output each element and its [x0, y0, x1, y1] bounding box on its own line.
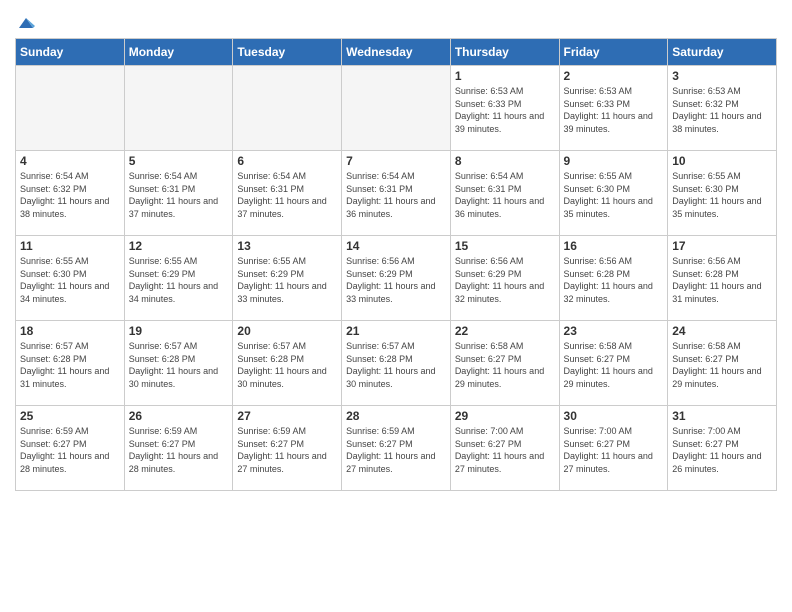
- table-row: 13Sunrise: 6:55 AMSunset: 6:29 PMDayligh…: [233, 236, 342, 321]
- header-tuesday: Tuesday: [233, 39, 342, 66]
- table-row: 24Sunrise: 6:58 AMSunset: 6:27 PMDayligh…: [668, 321, 777, 406]
- logo-icon: [17, 14, 35, 32]
- table-row: 22Sunrise: 6:58 AMSunset: 6:27 PMDayligh…: [450, 321, 559, 406]
- table-row: 6Sunrise: 6:54 AMSunset: 6:31 PMDaylight…: [233, 151, 342, 236]
- header-friday: Friday: [559, 39, 668, 66]
- table-row: 18Sunrise: 6:57 AMSunset: 6:28 PMDayligh…: [16, 321, 125, 406]
- table-row: 3Sunrise: 6:53 AMSunset: 6:32 PMDaylight…: [668, 66, 777, 151]
- table-row: 5Sunrise: 6:54 AMSunset: 6:31 PMDaylight…: [124, 151, 233, 236]
- table-row: 19Sunrise: 6:57 AMSunset: 6:28 PMDayligh…: [124, 321, 233, 406]
- header-monday: Monday: [124, 39, 233, 66]
- table-row: 10Sunrise: 6:55 AMSunset: 6:30 PMDayligh…: [668, 151, 777, 236]
- table-row: 11Sunrise: 6:55 AMSunset: 6:30 PMDayligh…: [16, 236, 125, 321]
- calendar-body: 1Sunrise: 6:53 AMSunset: 6:33 PMDaylight…: [16, 66, 777, 491]
- table-row: [233, 66, 342, 151]
- calendar-header: Sunday Monday Tuesday Wednesday Thursday…: [16, 39, 777, 66]
- table-row: 31Sunrise: 7:00 AMSunset: 6:27 PMDayligh…: [668, 406, 777, 491]
- header-saturday: Saturday: [668, 39, 777, 66]
- calendar-table: Sunday Monday Tuesday Wednesday Thursday…: [15, 38, 777, 491]
- table-row: [124, 66, 233, 151]
- table-row: 4Sunrise: 6:54 AMSunset: 6:32 PMDaylight…: [16, 151, 125, 236]
- table-row: 23Sunrise: 6:58 AMSunset: 6:27 PMDayligh…: [559, 321, 668, 406]
- table-row: [16, 66, 125, 151]
- table-row: 21Sunrise: 6:57 AMSunset: 6:28 PMDayligh…: [342, 321, 451, 406]
- table-row: 27Sunrise: 6:59 AMSunset: 6:27 PMDayligh…: [233, 406, 342, 491]
- table-row: 17Sunrise: 6:56 AMSunset: 6:28 PMDayligh…: [668, 236, 777, 321]
- table-row: 2Sunrise: 6:53 AMSunset: 6:33 PMDaylight…: [559, 66, 668, 151]
- table-row: 29Sunrise: 7:00 AMSunset: 6:27 PMDayligh…: [450, 406, 559, 491]
- table-row: 1Sunrise: 6:53 AMSunset: 6:33 PMDaylight…: [450, 66, 559, 151]
- header-thursday: Thursday: [450, 39, 559, 66]
- table-row: 14Sunrise: 6:56 AMSunset: 6:29 PMDayligh…: [342, 236, 451, 321]
- header-wednesday: Wednesday: [342, 39, 451, 66]
- logo: [15, 16, 35, 32]
- table-row: 16Sunrise: 6:56 AMSunset: 6:28 PMDayligh…: [559, 236, 668, 321]
- table-row: 12Sunrise: 6:55 AMSunset: 6:29 PMDayligh…: [124, 236, 233, 321]
- header-sunday: Sunday: [16, 39, 125, 66]
- table-row: 15Sunrise: 6:56 AMSunset: 6:29 PMDayligh…: [450, 236, 559, 321]
- page-header: [15, 10, 777, 32]
- table-row: 25Sunrise: 6:59 AMSunset: 6:27 PMDayligh…: [16, 406, 125, 491]
- table-row: 9Sunrise: 6:55 AMSunset: 6:30 PMDaylight…: [559, 151, 668, 236]
- table-row: 8Sunrise: 6:54 AMSunset: 6:31 PMDaylight…: [450, 151, 559, 236]
- table-row: 30Sunrise: 7:00 AMSunset: 6:27 PMDayligh…: [559, 406, 668, 491]
- table-row: 26Sunrise: 6:59 AMSunset: 6:27 PMDayligh…: [124, 406, 233, 491]
- table-row: [342, 66, 451, 151]
- table-row: 7Sunrise: 6:54 AMSunset: 6:31 PMDaylight…: [342, 151, 451, 236]
- table-row: 28Sunrise: 6:59 AMSunset: 6:27 PMDayligh…: [342, 406, 451, 491]
- table-row: 20Sunrise: 6:57 AMSunset: 6:28 PMDayligh…: [233, 321, 342, 406]
